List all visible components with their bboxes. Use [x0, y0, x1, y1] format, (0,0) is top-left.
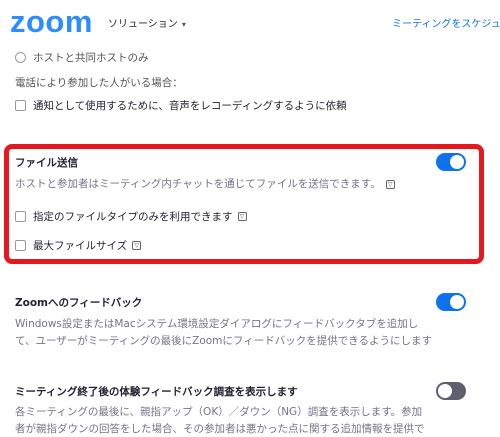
- feedback-to-zoom-title: Zoomへのフィードバック: [15, 297, 143, 309]
- feedback-to-zoom-toggle[interactable]: [436, 293, 466, 311]
- file-transfer-description: ホストと参加者はミーティング内チャットを通じてファイルを送信できます。 ▽: [15, 176, 395, 193]
- feedback-to-zoom-description-line2: て、ユーザーがミーティングの最後にZoomにフィードバックを提供できるようにしま…: [15, 335, 432, 347]
- file-transfer-toggle[interactable]: [436, 153, 466, 171]
- max-file-size-label: 最大ファイルサイズ: [33, 240, 128, 252]
- solutions-label: ソリューション: [108, 19, 178, 30]
- file-transfer-description-text: ホストと参加者はミーティング内チャットを通じてファイルを送信できます。: [15, 178, 381, 190]
- file-transfer-title: ファイル送信: [15, 157, 78, 169]
- zoom-logo[interactable]: zoom: [10, 6, 93, 37]
- toggle-knob: [450, 295, 464, 309]
- notify-recording-option[interactable]: 通知として使用するために、音声をレコーディングするように依頼: [15, 98, 347, 113]
- end-meeting-survey-toggle[interactable]: [436, 382, 466, 400]
- top-header: zoom ソリューション▾ ミーティングをスケジュール: [0, 0, 500, 44]
- chevron-down-icon: ▾: [181, 20, 186, 29]
- host-cohost-radio-option[interactable]: ホストと共同ホストのみ: [15, 50, 149, 65]
- restrict-file-types-option[interactable]: 指定のファイルタイプのみを利用できます ▽: [15, 209, 247, 224]
- radio-button[interactable]: [15, 52, 26, 63]
- restrict-file-types-label: 指定のファイルタイプのみを利用できます: [33, 211, 233, 223]
- solutions-menu[interactable]: ソリューション ▾: [108, 15, 186, 30]
- restrict-file-types-checkbox[interactable]: [15, 211, 26, 222]
- end-meeting-survey-description-line2: 者が親指ダウンの回答をした場合、その参加者は悪かった点に関する追加情報を提供で: [15, 423, 425, 435]
- end-meeting-survey-title: ミーティング終了後の体験フィードバック調査を表示します: [15, 386, 298, 398]
- info-icon[interactable]: ▽: [237, 212, 247, 221]
- radio-label: ホストと共同ホストのみ: [33, 52, 149, 64]
- toggle-knob: [438, 384, 452, 398]
- notify-recording-checkbox[interactable]: [15, 100, 26, 111]
- notify-recording-label: 通知として使用するために、音声をレコーディングするように依頼: [33, 100, 347, 112]
- max-file-size-checkbox[interactable]: [15, 240, 26, 251]
- schedule-meeting-link[interactable]: ミーティングをスケジュール: [392, 15, 500, 30]
- feedback-to-zoom-description-line1: Windows設定またはMacシステム環境設定ダイアログにフィードバックタブを追…: [15, 318, 419, 330]
- max-file-size-option[interactable]: 最大ファイルサイズ ▽: [15, 238, 142, 253]
- phone-participant-heading: 電話により参加した人がいる場合：: [15, 77, 183, 89]
- info-icon[interactable]: ▽: [385, 179, 395, 189]
- end-meeting-survey-description-line1: 各ミーティングの最後に、親指アップ（OK）／ダウン（NG）調査を表示します。参加: [15, 406, 423, 418]
- info-icon[interactable]: ▽: [132, 241, 142, 250]
- toggle-knob: [450, 155, 464, 169]
